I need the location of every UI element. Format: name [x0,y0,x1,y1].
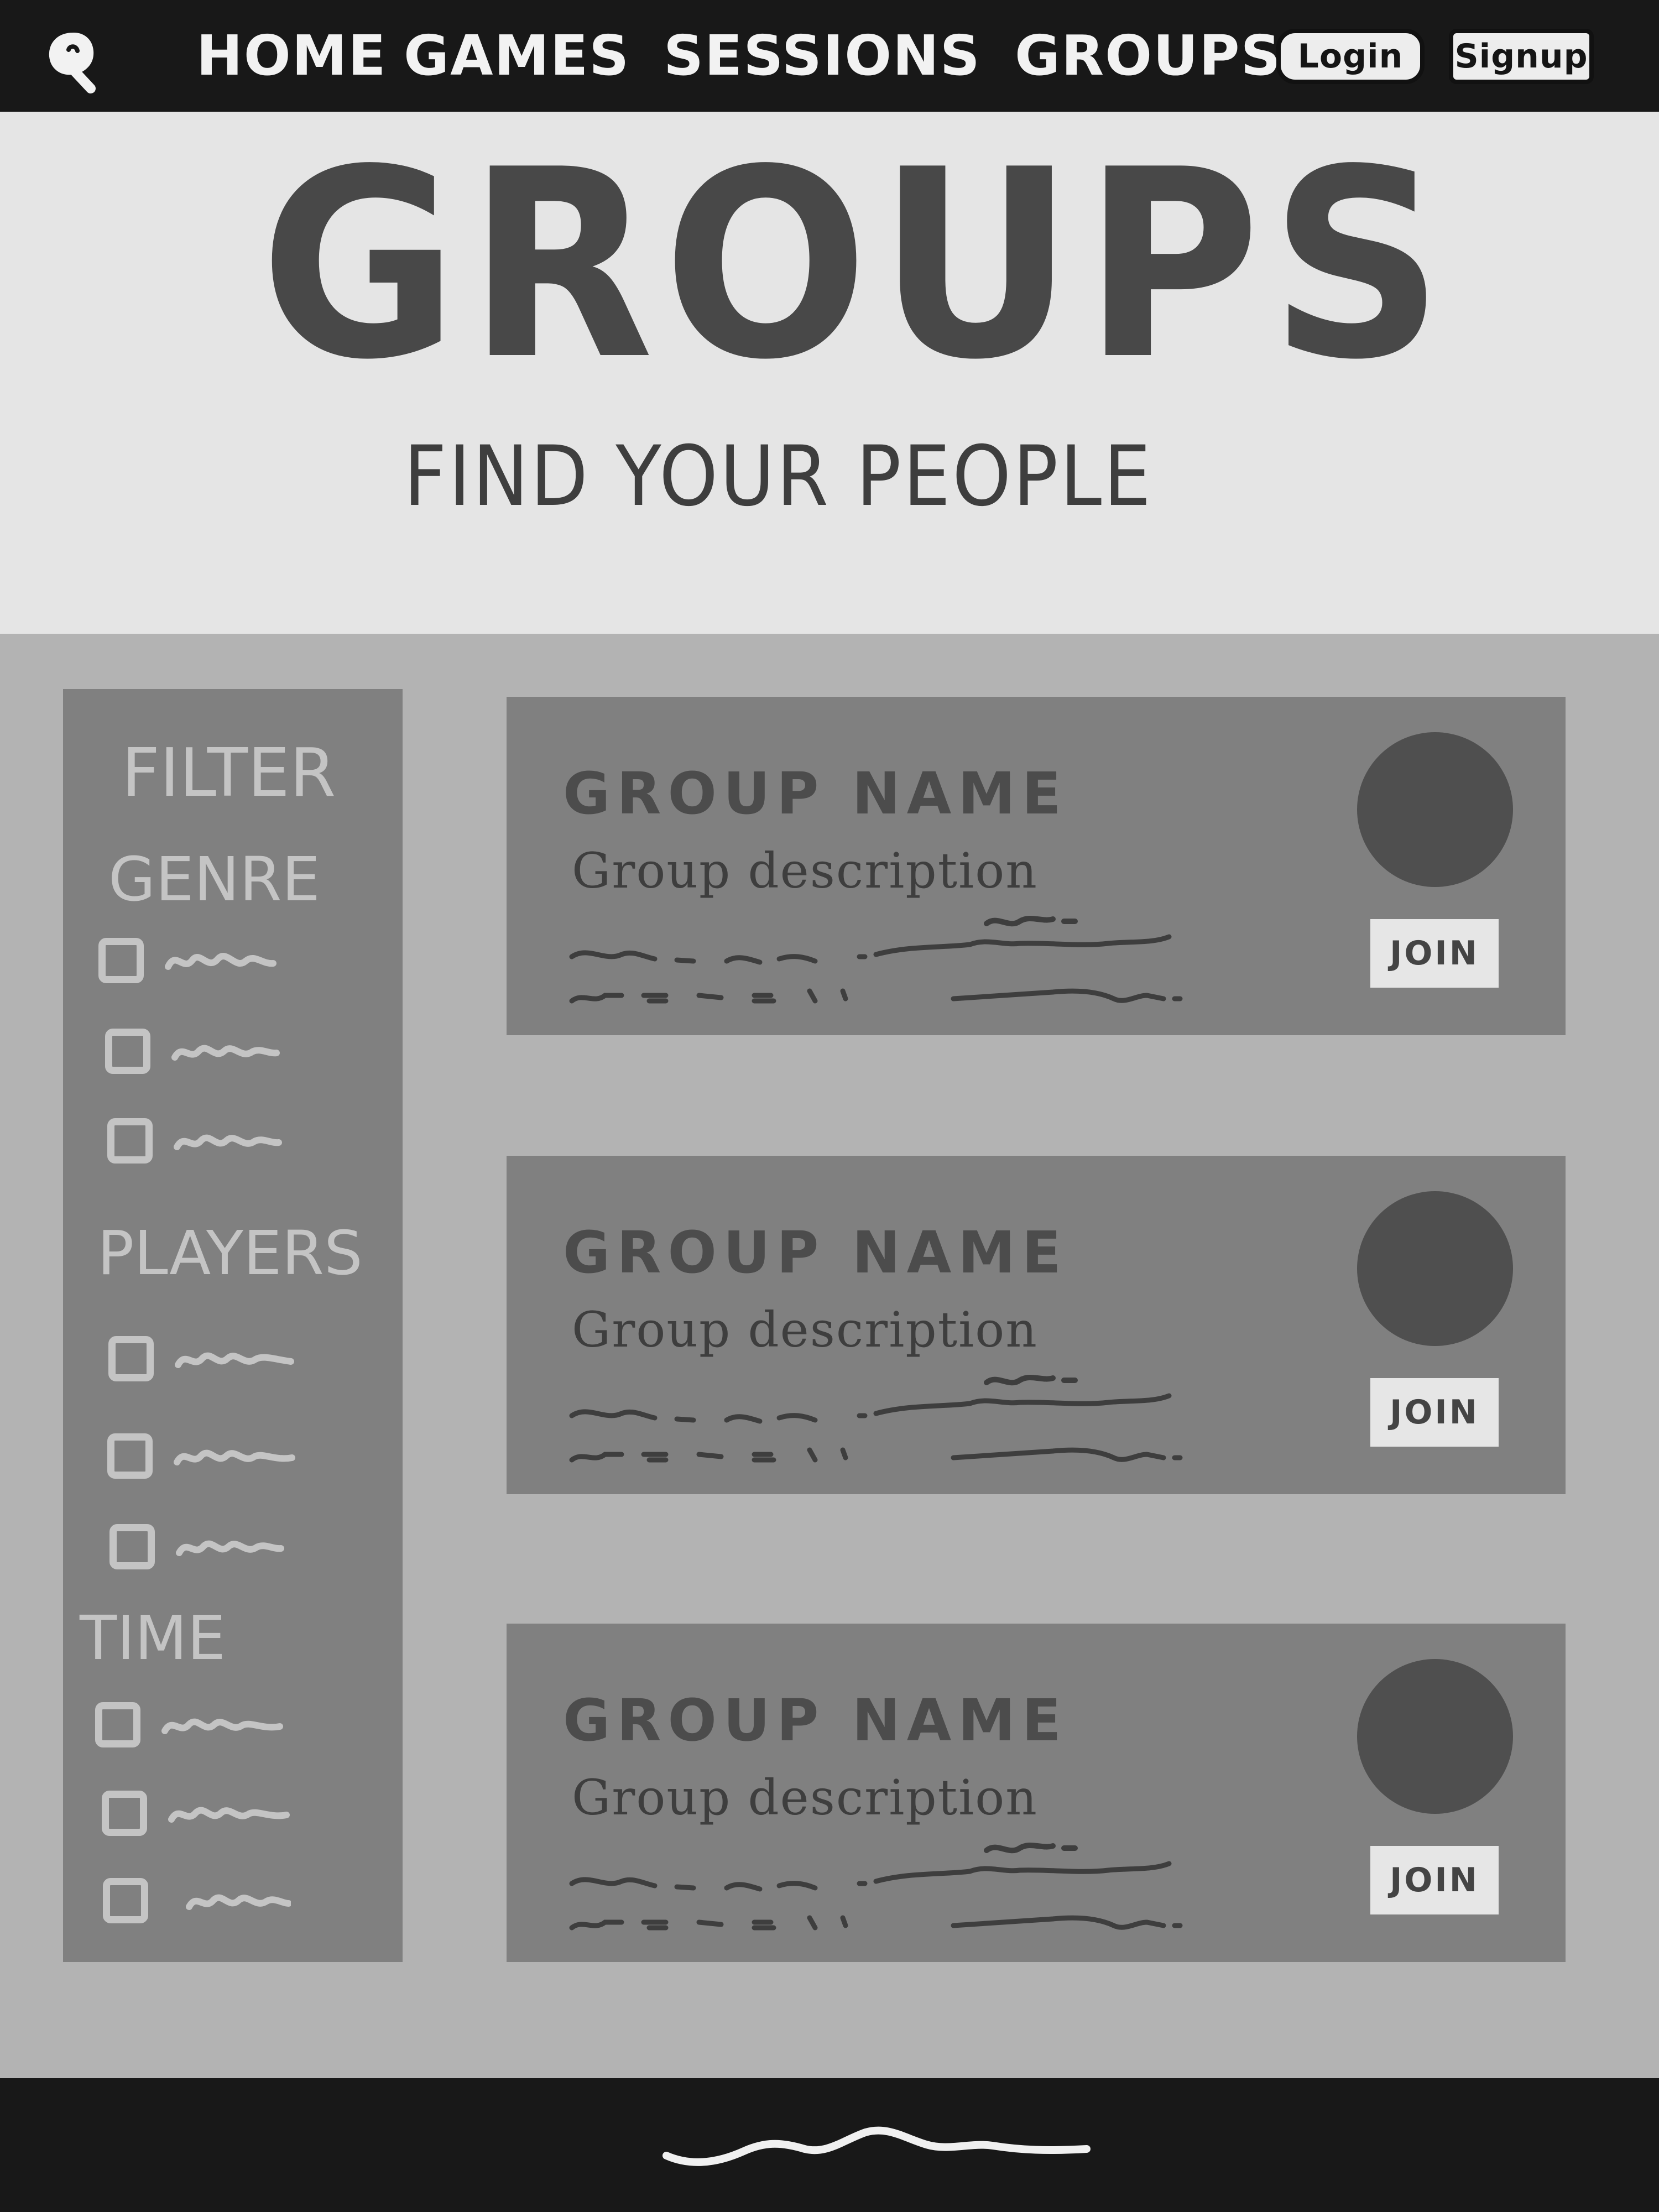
group-avatar [1357,1659,1513,1814]
magnifier-logo-icon[interactable] [43,29,104,94]
placeholder-label-squiggle [174,1449,295,1465]
page-title: GROUPS [260,114,1453,416]
checkbox[interactable] [109,1524,155,1569]
checkbox[interactable] [95,1702,140,1747]
filter-heading-time: Time [80,1603,226,1673]
nav-link-games[interactable]: Games [404,25,630,86]
placeholder-label-squiggle [171,1045,280,1061]
placeholder-description-scribble [569,1842,1183,1931]
group-avatar [1357,1191,1513,1346]
filter-heading-players: Players [97,1218,363,1288]
join-button[interactable]: Join [1370,1846,1499,1914]
footer [0,2078,1659,2212]
top-navigation-bar: Home Games Sessions Groups Login Signup [0,0,1659,112]
group-name: Group Name [563,1687,1068,1754]
footer-placeholder-squiggle [662,2126,1091,2166]
placeholder-label-squiggle [168,1807,290,1823]
group-name: Group Name [563,760,1068,827]
placeholder-description-scribble [569,915,1183,1004]
checkbox[interactable] [108,1336,154,1381]
group-card: Group Name Group description Join [507,1156,1566,1494]
filter-heading-genre: Genre [108,844,320,915]
nav-link-sessions[interactable]: Sessions [664,25,981,86]
players-option-1[interactable] [108,1331,363,1391]
placeholder-label-squiggle [176,1540,284,1556]
checkbox[interactable] [103,1878,148,1923]
placeholder-description-scribble [569,1374,1183,1463]
placeholder-label-squiggle [186,1894,291,1910]
placeholder-label-squiggle [161,1718,283,1734]
placeholder-label-squiggle [165,953,276,970]
placeholder-label-squiggle [175,1352,294,1368]
group-avatar [1357,732,1513,887]
filter-title: Filter [122,735,336,812]
checkbox[interactable] [107,1433,153,1479]
login-button[interactable]: Login [1276,29,1425,84]
join-button[interactable]: Join [1370,1378,1499,1447]
signup-button[interactable]: Signup [1449,29,1594,84]
players-option-3[interactable] [109,1519,364,1579]
nav-link-home[interactable]: Home [196,25,387,86]
genre-option-2[interactable] [105,1023,359,1084]
genre-option-3[interactable] [107,1113,362,1173]
hero-banner: GROUPS Find Your People [0,112,1659,634]
placeholder-label-squiggle [174,1134,282,1150]
checkbox[interactable] [98,938,144,983]
checkbox[interactable] [105,1029,150,1074]
time-option-2[interactable] [102,1785,356,1846]
players-option-2[interactable] [107,1428,362,1489]
filter-panel: Filter Genre Players Time [63,689,403,1962]
page-subtitle: Find Your People [404,429,1153,525]
time-option-3[interactable] [103,1872,357,1933]
checkbox[interactable] [107,1118,153,1164]
group-card: Group Name Group description Join [507,1624,1566,1962]
join-button[interactable]: Join [1370,919,1499,988]
group-card: Group Name Group description Join [507,697,1566,1035]
group-name: Group Name [563,1219,1068,1286]
checkbox[interactable] [102,1791,147,1836]
time-option-1[interactable] [95,1697,349,1757]
genre-option-1[interactable] [98,932,353,993]
nav-link-groups[interactable]: Groups [1015,25,1282,86]
